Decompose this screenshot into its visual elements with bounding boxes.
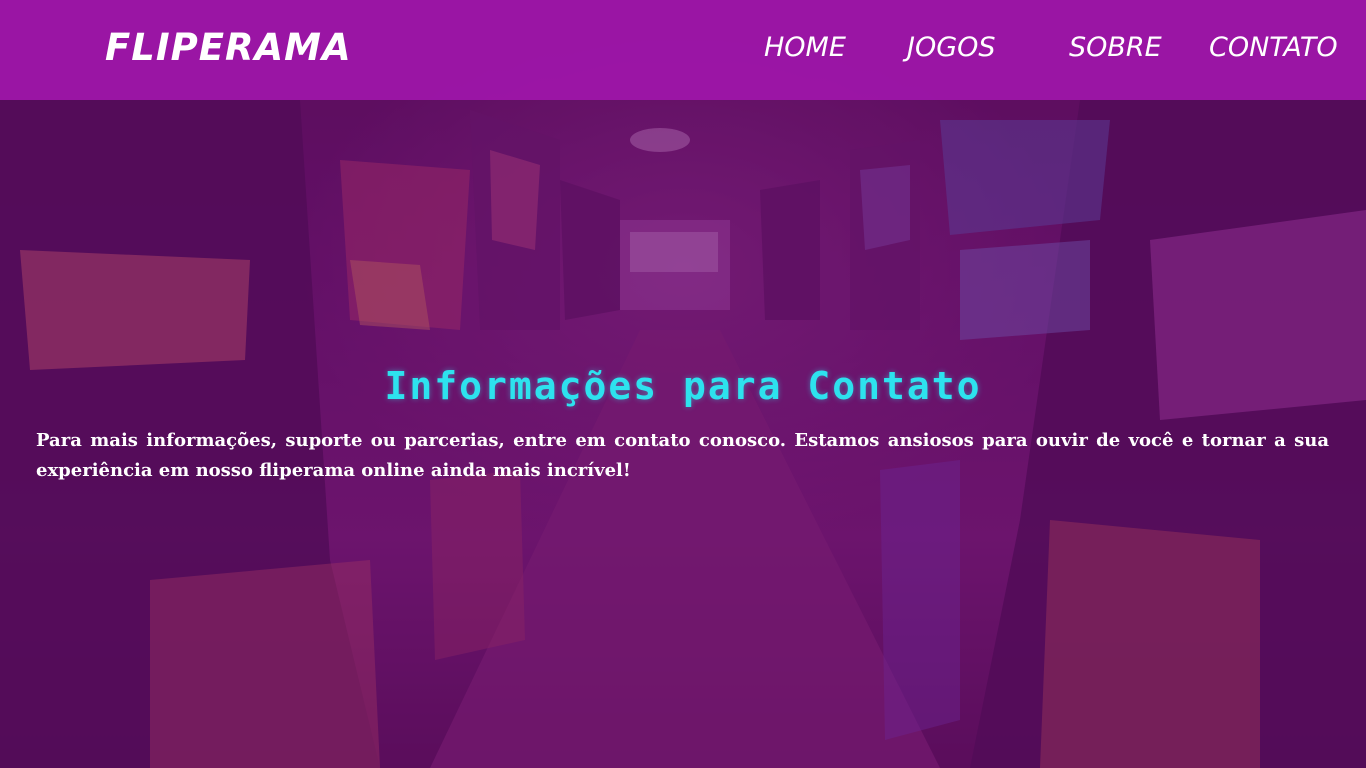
nav-link-home[interactable]: HOME bbox=[764, 32, 846, 63]
nav-link-jogos[interactable]: JOGOS bbox=[907, 32, 996, 63]
nav-link-contato[interactable]: CONTATO bbox=[1209, 32, 1338, 63]
contact-description: Para mais informações, suporte ou parcer… bbox=[36, 430, 1329, 481]
brand-logo[interactable]: FLIPERAMA bbox=[105, 26, 352, 69]
page-title: Informações para Contato bbox=[384, 364, 982, 408]
page: FLIPERAMA HOME JOGOS SOBRE CONTATO Infor… bbox=[0, 0, 1366, 768]
nav-link-sobre[interactable]: SOBRE bbox=[1069, 32, 1162, 63]
navbar: FLIPERAMA HOME JOGOS SOBRE CONTATO bbox=[0, 0, 1366, 100]
